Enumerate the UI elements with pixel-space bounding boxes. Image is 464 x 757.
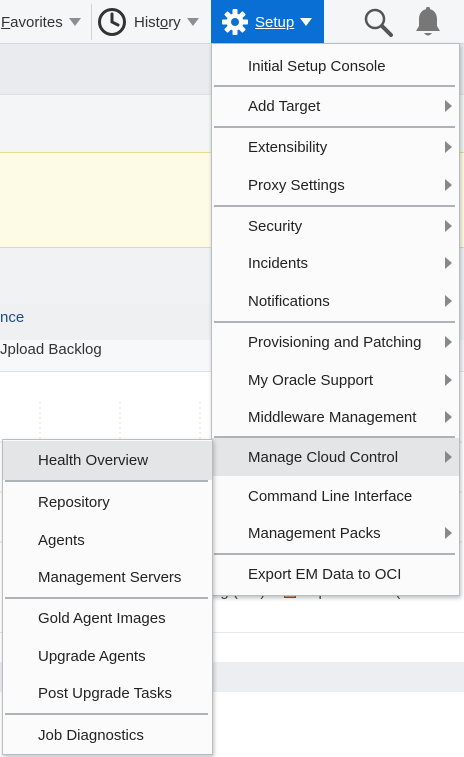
menu-item-label: Agents <box>38 531 85 549</box>
favorites-hotkey: F <box>1 13 11 31</box>
menu-item-label: Repository <box>38 493 110 511</box>
menu-item-middleware-management[interactable]: Middleware Management <box>212 398 459 436</box>
upload-backlog-label: Jpload Backlog <box>0 341 102 358</box>
menu-item-incidents[interactable]: Incidents <box>212 244 459 282</box>
menu-item-repository[interactable]: Repository <box>3 483 212 521</box>
chevron-right-icon <box>445 527 452 539</box>
menu-item-label: Manage Cloud Control <box>248 448 399 466</box>
menu-item-label: Provisioning and Patching <box>248 333 422 351</box>
chevron-right-icon <box>445 179 452 191</box>
menu-item-security[interactable]: Security <box>212 207 459 245</box>
chevron-down-icon <box>300 18 313 26</box>
chevron-right-icon <box>445 411 452 423</box>
menu-item-initial-setup-console[interactable]: Initial Setup Console <box>212 47 459 85</box>
menu-item-add-target[interactable]: Add Target <box>212 87 459 125</box>
menu-item-label: Proxy Settings <box>248 176 345 194</box>
history-label-end: ry <box>168 13 181 31</box>
menu-item-gold-agent-images[interactable]: Gold Agent Images <box>3 599 212 637</box>
chevron-right-icon <box>445 220 452 232</box>
menu-item-label: Post Upgrade Tasks <box>38 684 172 702</box>
menu-item-my-oracle-support[interactable]: My Oracle Support <box>212 361 459 399</box>
search-button[interactable] <box>360 0 396 44</box>
menu-item-label: Command Line Interface <box>248 487 413 505</box>
menu-item-proxy-settings[interactable]: Proxy Settings <box>212 166 459 204</box>
history-label-start: Hist <box>134 13 160 31</box>
chevron-right-icon <box>445 336 452 348</box>
history-menu-button[interactable]: Hist o ry <box>97 0 210 44</box>
chevron-right-icon <box>445 374 452 386</box>
menu-item-label: Notifications <box>248 292 330 310</box>
menu-item-label: Export EM Data to OCI <box>248 565 402 583</box>
menu-item-upgrade-agents[interactable]: Upgrade Agents <box>3 637 212 675</box>
menu-item-manage-cloud-control[interactable]: Manage Cloud Control <box>212 438 459 476</box>
menu-item-label: My Oracle Support <box>248 371 374 389</box>
menu-item-command-line-interface[interactable]: Command Line Interface <box>212 477 459 515</box>
menu-item-notifications[interactable]: Notifications <box>212 282 459 320</box>
menu-item-health-overview[interactable]: Health Overview <box>3 441 212 480</box>
setup-label: Setup <box>255 14 294 31</box>
chevron-down-icon <box>68 18 81 26</box>
menu-item-label: Add Target <box>248 97 321 115</box>
setup-label-rest: etup <box>265 13 295 31</box>
bell-icon <box>416 7 440 36</box>
menu-item-management-packs[interactable]: Management Packs <box>212 514 459 552</box>
menu-separator <box>5 480 208 482</box>
menu-item-label: Extensibility <box>248 138 328 156</box>
menu-item-provisioning-and-patching[interactable]: Provisioning and Patching <box>212 323 459 361</box>
chevron-right-icon <box>445 141 452 153</box>
menu-item-management-servers[interactable]: Management Servers <box>3 558 212 596</box>
menu-item-label: Middleware Management <box>248 408 417 426</box>
menu-item-label: Security <box>248 217 303 235</box>
menu-item-label: Management Servers <box>38 568 182 586</box>
chevron-right-icon <box>445 257 452 269</box>
menu-item-label: Gold Agent Images <box>38 609 166 627</box>
menu-item-job-diagnostics[interactable]: Job Diagnostics <box>3 716 212 754</box>
manage-cloud-control-submenu: Health Overview Repository Agents Manage… <box>2 439 213 755</box>
menu-item-label: Upgrade Agents <box>38 647 146 665</box>
divider <box>91 4 92 40</box>
menu-separator <box>5 713 208 715</box>
background-link[interactable]: nce <box>0 309 24 326</box>
history-hotkey: o <box>159 13 169 31</box>
chevron-down-icon <box>186 18 199 26</box>
search-icon <box>364 8 393 37</box>
chevron-right-icon <box>445 100 452 112</box>
favorites-label: avorites <box>10 13 63 31</box>
setup-hotkey: S <box>255 13 266 31</box>
chevron-right-icon <box>445 295 452 307</box>
menu-item-label: Incidents <box>248 254 309 272</box>
menu-item-label: Initial Setup Console <box>248 57 386 75</box>
menu-item-label: Job Diagnostics <box>38 726 144 744</box>
menu-item-label: Health Overview <box>38 452 149 469</box>
setup-menu-button[interactable]: Setup <box>211 0 324 44</box>
notifications-button[interactable] <box>410 0 446 44</box>
menu-item-extensibility[interactable]: Extensibility <box>212 128 459 166</box>
top-navigation-bar: Favorites Hist o ry Setup <box>0 0 464 44</box>
clock-icon <box>98 8 126 36</box>
setup-dropdown-menu: Initial Setup Console Add Target Extensi… <box>211 43 460 596</box>
menu-item-label: Management Packs <box>248 524 381 542</box>
menu-item-agents[interactable]: Agents <box>3 521 212 559</box>
menu-item-post-upgrade-tasks[interactable]: Post Upgrade Tasks <box>3 674 212 712</box>
favorites-menu-button[interactable]: Favorites <box>0 0 90 44</box>
gear-icon <box>222 9 248 35</box>
chevron-right-icon <box>445 451 452 463</box>
menu-item-export-em-data-to-oci[interactable]: Export EM Data to OCI <box>212 555 459 593</box>
